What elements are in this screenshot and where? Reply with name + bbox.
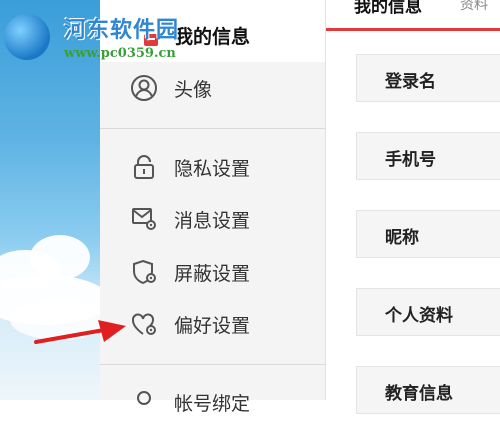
cloud-decoration <box>30 235 90 280</box>
main-tab-bar: 我的信息 资料 <box>326 0 500 31</box>
row-label: 个人资料 <box>385 306 453 326</box>
message-settings-icon <box>132 208 156 230</box>
account-bind-icon <box>137 391 151 405</box>
annotation-arrow-icon <box>34 320 126 344</box>
row-label: 登录名 <box>385 72 436 92</box>
info-row-personal-profile[interactable]: 个人资料 <box>356 288 500 336</box>
sidebar-item-account-binding[interactable]: 帐号绑定 <box>100 376 325 428</box>
lock-icon <box>134 155 154 179</box>
row-label: 昵称 <box>385 228 419 248</box>
tab-my-info[interactable]: 我的信息 <box>354 0 422 17</box>
sidebar-item-label: 屏蔽设置 <box>174 263 251 285</box>
sidebar-item-label: 隐私设置 <box>174 158 251 180</box>
sidebar-divider <box>100 128 325 129</box>
sidebar-divider <box>100 364 325 365</box>
info-row-nickname[interactable]: 昵称 <box>356 210 500 258</box>
heart-settings-icon <box>132 313 156 335</box>
info-row-phone[interactable]: 手机号 <box>356 132 500 180</box>
row-label: 手机号 <box>385 150 436 170</box>
info-row-login-name[interactable]: 登录名 <box>356 54 500 102</box>
sidebar-item-block-settings[interactable]: 屏蔽设置 <box>100 246 325 298</box>
info-row-education[interactable]: 教育信息 <box>356 366 500 414</box>
sidebar-item-label: 帐号绑定 <box>174 393 251 415</box>
sidebar-item-preference-settings[interactable]: 偏好设置 <box>100 298 325 350</box>
watermark-logo-icon <box>4 14 50 60</box>
avatar-icon <box>131 75 157 101</box>
sidebar-item-privacy[interactable]: 隐私设置 <box>100 141 325 193</box>
tab-profile[interactable]: 资料 <box>460 0 488 14</box>
watermark-title: 河东软件园 <box>64 18 180 43</box>
row-label: 教育信息 <box>385 384 453 404</box>
sidebar-item-label: 消息设置 <box>174 210 251 232</box>
shield-settings-icon <box>133 259 156 285</box>
sidebar-item-label: 偏好设置 <box>174 315 251 337</box>
watermark-url: www.pc0359.cn <box>64 46 176 61</box>
site-watermark: 河东软件园 www.pc0359.cn <box>4 10 204 70</box>
sidebar-item-message-settings[interactable]: 消息设置 <box>100 193 325 245</box>
main-content: 我的信息 资料 登录名 手机号 昵称 个人资料 教育信息 <box>326 0 500 414</box>
sidebar-item-label: 头像 <box>174 79 213 101</box>
